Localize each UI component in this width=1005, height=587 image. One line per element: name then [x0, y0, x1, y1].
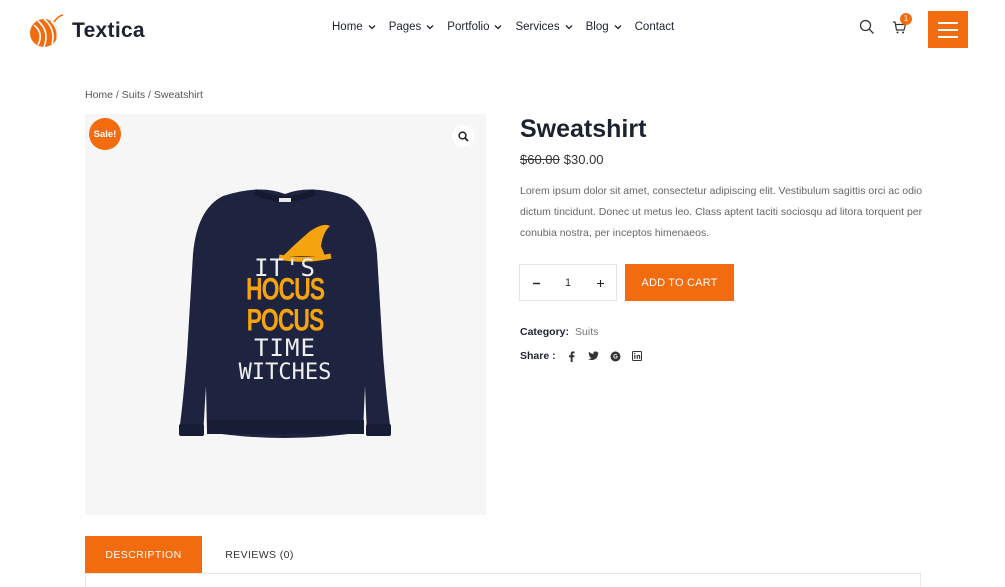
product-price: $60.00 $30.00	[520, 152, 604, 167]
breadcrumb-category-link[interactable]: Suits	[122, 89, 145, 101]
facebook-icon[interactable]	[566, 350, 577, 362]
product-description: Lorem ipsum dolor sit amet, consectetur …	[520, 185, 923, 239]
nav-item-blog[interactable]: Blog	[586, 21, 622, 33]
search-icon[interactable]	[859, 19, 875, 40]
nav-item-contact[interactable]: Contact	[635, 21, 675, 33]
nav-item-services[interactable]: Services	[515, 21, 573, 33]
nav-item-label: Pages	[388, 21, 422, 33]
decrease-quantity-button[interactable]	[530, 275, 542, 291]
site-header: Textica Home Pages Portfolio Services Bl…	[0, 0, 1005, 62]
logo-text: Textica	[72, 19, 145, 42]
increase-quantity-button[interactable]	[594, 275, 606, 291]
nav-item-label: Home	[332, 21, 363, 33]
shirt-text-line: HOCUS POCUS	[245, 271, 325, 338]
tab-reviews[interactable]: REVIEWS (0)	[202, 536, 317, 573]
yarn-ball-icon	[30, 14, 64, 48]
category-label: Category:	[520, 326, 570, 338]
shirt-graphic-text: IT'S HOCUS POCUS TIME WITCHES	[215, 256, 355, 384]
nav-item-label: Portfolio	[447, 21, 490, 33]
shirt-text-line: TIME	[254, 334, 316, 362]
tab-description[interactable]: DESCRIPTION	[85, 536, 202, 573]
sale-badge: Sale!	[89, 118, 121, 150]
nav-item-label: Blog	[585, 21, 609, 33]
zoom-icon[interactable]	[452, 125, 474, 147]
product-image[interactable]: IT'S HOCUS POCUS TIME WITCHES	[85, 114, 486, 515]
old-price: $60.00	[520, 152, 560, 167]
chevron-down-icon	[426, 25, 434, 30]
chevron-down-icon	[368, 25, 376, 30]
product-title: Sweatshirt	[520, 115, 647, 143]
product-share: Share : G	[520, 350, 643, 362]
quantity-stepper: 1	[519, 264, 617, 301]
breadcrumb-separator: /	[145, 89, 154, 101]
sale-price: $30.00	[563, 152, 604, 167]
chevron-down-icon	[565, 25, 573, 30]
chevron-down-icon	[495, 25, 502, 30]
category-link[interactable]: Suits	[575, 326, 598, 338]
tab-panel	[85, 573, 921, 587]
nav-item-portfolio[interactable]: Portfolio	[447, 21, 502, 33]
linkedin-icon[interactable]	[632, 351, 643, 362]
share-label: Share :	[520, 350, 556, 362]
nav-item-pages[interactable]: Pages	[389, 21, 435, 33]
product-category: Category: Suits	[520, 326, 598, 338]
breadcrumb: Home / Suits / Sweatshirt	[85, 89, 203, 101]
svg-text:G: G	[613, 354, 618, 360]
main-nav: Home Pages Portfolio Services Blog Conta…	[332, 21, 687, 33]
nav-item-home[interactable]: Home	[332, 21, 376, 33]
nav-item-label: Services	[515, 21, 560, 33]
cart-count-badge: 1	[900, 13, 912, 25]
shirt-text-line: WITCHES	[238, 360, 332, 385]
breadcrumb-current: Sweatshirt	[153, 89, 203, 101]
google-plus-icon[interactable]: G	[610, 351, 621, 362]
nav-item-label: Contact	[634, 21, 675, 33]
breadcrumb-home-link[interactable]: Home	[85, 89, 113, 101]
chevron-down-icon	[614, 25, 622, 30]
breadcrumb-separator: /	[113, 89, 122, 101]
hamburger-menu-button[interactable]	[928, 11, 968, 48]
logo[interactable]: Textica	[28, 13, 145, 49]
quantity-value[interactable]: 1	[565, 277, 571, 289]
product-tabs: DESCRIPTION REVIEWS (0)	[85, 536, 317, 573]
add-to-cart-button[interactable]: ADD TO CART	[625, 264, 734, 301]
twitter-icon[interactable]	[587, 351, 599, 362]
